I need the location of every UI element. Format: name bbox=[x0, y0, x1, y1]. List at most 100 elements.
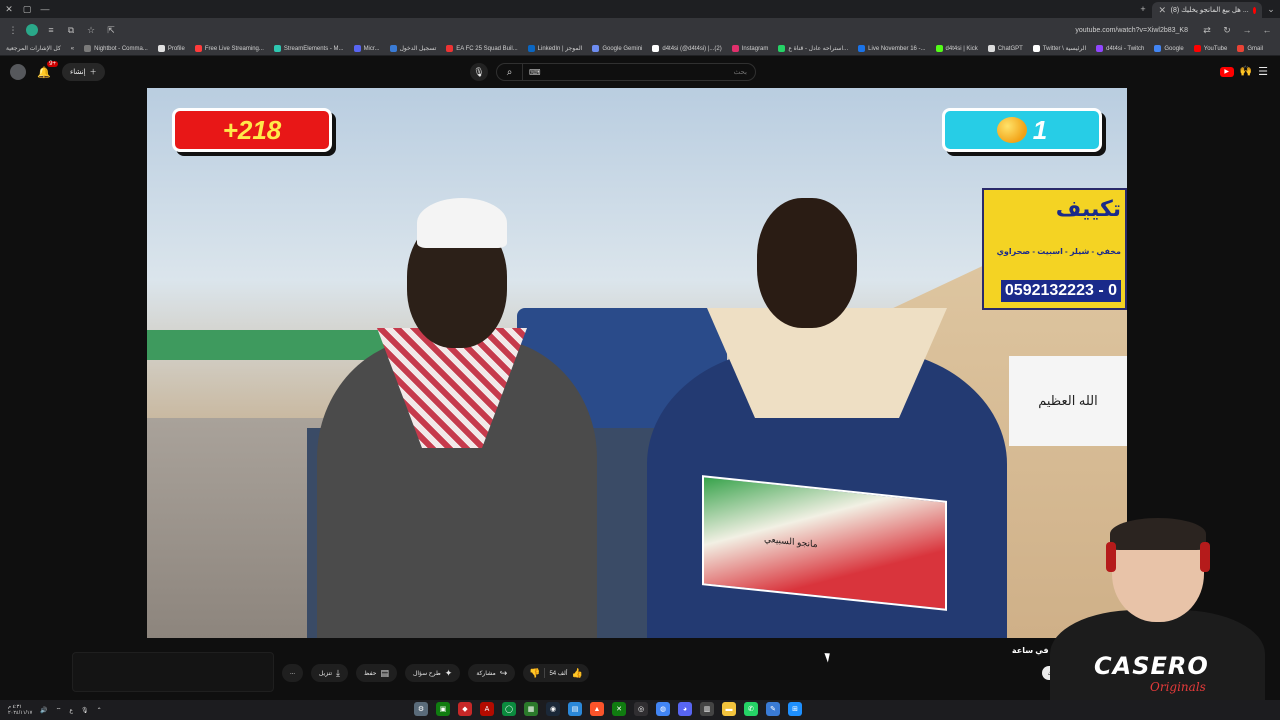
hamburger-menu-icon[interactable]: ☰ bbox=[1258, 65, 1268, 78]
green-app-icon[interactable]: ◯ bbox=[502, 702, 516, 716]
bookmark-label: Gmail bbox=[1247, 45, 1263, 52]
bookmark-item[interactable]: d4t4si (@d4t4si) |...(2) bbox=[652, 45, 722, 52]
save-playlist-icon: ▤ bbox=[380, 667, 389, 678]
bookmark-item[interactable]: Free Live Streaming... bbox=[194, 45, 264, 52]
bookmark-favicon-icon bbox=[273, 45, 281, 52]
search-input[interactable] bbox=[540, 68, 755, 76]
new-tab-icon[interactable]: + bbox=[1134, 0, 1152, 18]
notification-badge: 9+ bbox=[47, 61, 58, 67]
chrome-icon[interactable]: ◍ bbox=[656, 702, 670, 716]
description-box[interactable] bbox=[72, 652, 274, 692]
bookmark-label: Nightbot - Comma... bbox=[94, 45, 148, 52]
wifi-icon[interactable]: ⌔ bbox=[56, 706, 62, 714]
taskbar-clock[interactable]: ٤:٣١ م ٢٠٢٤/١١/١٧ bbox=[8, 704, 32, 716]
whatsapp-icon[interactable]: ✆ bbox=[744, 702, 758, 716]
split-view-icon[interactable]: ⧉ bbox=[64, 23, 78, 37]
bookmark-item[interactable]: تسجيل الدخول bbox=[389, 45, 436, 52]
person-left bbox=[317, 198, 597, 638]
tray-overflow-icon[interactable]: ⌃ bbox=[97, 707, 102, 714]
notifications-bell-icon[interactable]: 🔔 9+ bbox=[36, 61, 58, 80]
windows-start-icon[interactable]: ⊞ bbox=[788, 702, 802, 716]
profile-avatar[interactable] bbox=[26, 24, 38, 36]
more-actions-button[interactable]: ... bbox=[282, 664, 304, 682]
bookmark-item[interactable]: d4t4si | Kick bbox=[935, 45, 978, 52]
bookmark-item[interactable]: Instagram bbox=[731, 45, 768, 52]
bookmark-item[interactable]: Live November 16 -... bbox=[858, 45, 926, 52]
download-button[interactable]: تنزيل ⤓ bbox=[311, 664, 349, 682]
share-label: مشاركة bbox=[476, 670, 496, 677]
bookmark-item[interactable]: Google Gemini bbox=[592, 45, 642, 52]
translate-icon[interactable]: ⇄ bbox=[1200, 23, 1214, 37]
game-icon[interactable]: ◆ bbox=[458, 702, 472, 716]
volume-icon[interactable]: 🔊 bbox=[40, 707, 47, 714]
bookmark-label: EA FC 25 Squad Buil... bbox=[456, 45, 518, 52]
obs-icon[interactable]: ◎ bbox=[634, 702, 648, 716]
save-button[interactable]: حفظ ▤ bbox=[356, 664, 397, 682]
extensions-icon[interactable]: ≡ bbox=[44, 23, 58, 37]
minimize-window-icon[interactable]: — bbox=[36, 0, 54, 18]
bookmark-item[interactable]: Gmail bbox=[1237, 45, 1263, 52]
account-avatar[interactable] bbox=[10, 64, 26, 80]
bookmark-item[interactable]: Profile bbox=[157, 45, 185, 52]
adobe-icon[interactable]: A bbox=[480, 702, 494, 716]
notepad-icon[interactable]: ▤ bbox=[568, 702, 582, 716]
bookmark-item[interactable]: StreamElements - M... bbox=[273, 45, 344, 52]
folder-icon[interactable]: ▬ bbox=[722, 702, 736, 716]
like-icon[interactable]: 👍 bbox=[572, 668, 583, 679]
back-icon[interactable]: ← bbox=[1260, 23, 1274, 37]
maximize-window-icon[interactable]: ▢ bbox=[18, 0, 36, 18]
xbox-app-icon[interactable]: ▣ bbox=[436, 702, 450, 716]
search-icon[interactable]: ⌕ bbox=[497, 64, 523, 80]
shop-sign-sub: مخفي - شيلر - اسبيت - صحراوي bbox=[996, 246, 1121, 256]
sparkle-icon: ✦ bbox=[444, 667, 453, 678]
shirt-logo-sub: Originals bbox=[1150, 680, 1206, 694]
file-icon[interactable]: ▦ bbox=[524, 702, 538, 716]
create-button[interactable]: إنشاء ＋ bbox=[62, 63, 105, 81]
bookmark-item[interactable]: استراحه عادل - قناة ع... bbox=[778, 45, 848, 52]
bookmark-item[interactable]: Twitter \ الرئيسية bbox=[1032, 45, 1086, 52]
settings-icon[interactable]: ⚙ bbox=[414, 702, 428, 716]
browser-tab-active[interactable]: ✕ (8) هل بيع المانجو يخليك ... bbox=[1152, 2, 1262, 18]
share-button[interactable]: مشاركة ↪ bbox=[468, 664, 516, 682]
mic-tray-icon[interactable]: 🎙 bbox=[81, 707, 89, 714]
chevron-left-icon[interactable]: « bbox=[71, 46, 74, 52]
tab-search-icon[interactable]: ⌄ bbox=[1262, 0, 1280, 18]
bookmark-item[interactable]: Google bbox=[1154, 45, 1184, 52]
video-player[interactable]: تكييف مخفي - شيلر - اسبيت - صحراوي 05921… bbox=[147, 88, 1127, 638]
share-page-icon[interactable]: ⇱ bbox=[104, 23, 118, 37]
bookmark-item[interactable]: LinkedIn | الموجز bbox=[527, 45, 583, 52]
dislike-icon[interactable]: 👎 bbox=[529, 668, 540, 679]
youtube-logo-icon[interactable]: ▶ bbox=[1219, 66, 1234, 77]
bookmark-favicon-icon bbox=[194, 45, 202, 52]
xbox-icon[interactable]: ✕ bbox=[612, 702, 626, 716]
bookmark-label: LinkedIn | الموجز bbox=[537, 46, 583, 52]
tab-title: (8) هل بيع المانجو يخليك ... bbox=[1170, 7, 1249, 14]
tab-close-icon[interactable]: ✕ bbox=[1158, 2, 1167, 18]
address-bar[interactable]: youtube.com/watch?v=Xiwl2b83_K8 bbox=[124, 22, 1194, 38]
voice-search-mic-icon[interactable]: 🎙 bbox=[470, 63, 488, 81]
steam-icon[interactable]: ◉ bbox=[546, 702, 560, 716]
keyboard-icon[interactable]: ⌨ bbox=[523, 68, 541, 77]
reload-icon[interactable]: ↻ bbox=[1220, 23, 1234, 37]
bookmark-star-icon[interactable]: ☆ bbox=[84, 23, 98, 37]
bookmark-item[interactable]: ChatGPT bbox=[987, 45, 1023, 52]
bookmark-item[interactable]: EA FC 25 Squad Buil... bbox=[446, 45, 518, 52]
bookmark-item[interactable]: YouTube bbox=[1193, 45, 1227, 52]
menu-kebab-icon[interactable]: ⋮ bbox=[6, 23, 20, 37]
discord-icon[interactable]: ◕ bbox=[678, 702, 692, 716]
language-indicator[interactable]: ع bbox=[69, 707, 73, 714]
voices-emoji-icon: 🙌 bbox=[1239, 66, 1253, 77]
download-icon: ⤓ bbox=[336, 667, 341, 678]
ask-button[interactable]: طرح سؤال ✦ bbox=[404, 664, 461, 682]
store-icon[interactable]: ▥ bbox=[700, 702, 714, 716]
bookmark-item[interactable]: d4t4si - Twitch bbox=[1096, 45, 1144, 52]
edit-icon[interactable]: ✎ bbox=[766, 702, 780, 716]
close-window-icon[interactable]: ✕ bbox=[0, 0, 18, 18]
all-bookmarks-folder[interactable]: كل الإشارات المرجعية bbox=[6, 45, 61, 52]
brave-icon[interactable]: ▲ bbox=[590, 702, 604, 716]
bookmark-item[interactable]: Micr... bbox=[353, 45, 380, 52]
forward-icon[interactable]: → bbox=[1240, 23, 1254, 37]
bookmark-item[interactable]: Nightbot - Comma... bbox=[84, 45, 148, 52]
plus-icon: ＋ bbox=[89, 69, 97, 76]
bookmark-label: Live November 16 -... bbox=[868, 45, 926, 52]
